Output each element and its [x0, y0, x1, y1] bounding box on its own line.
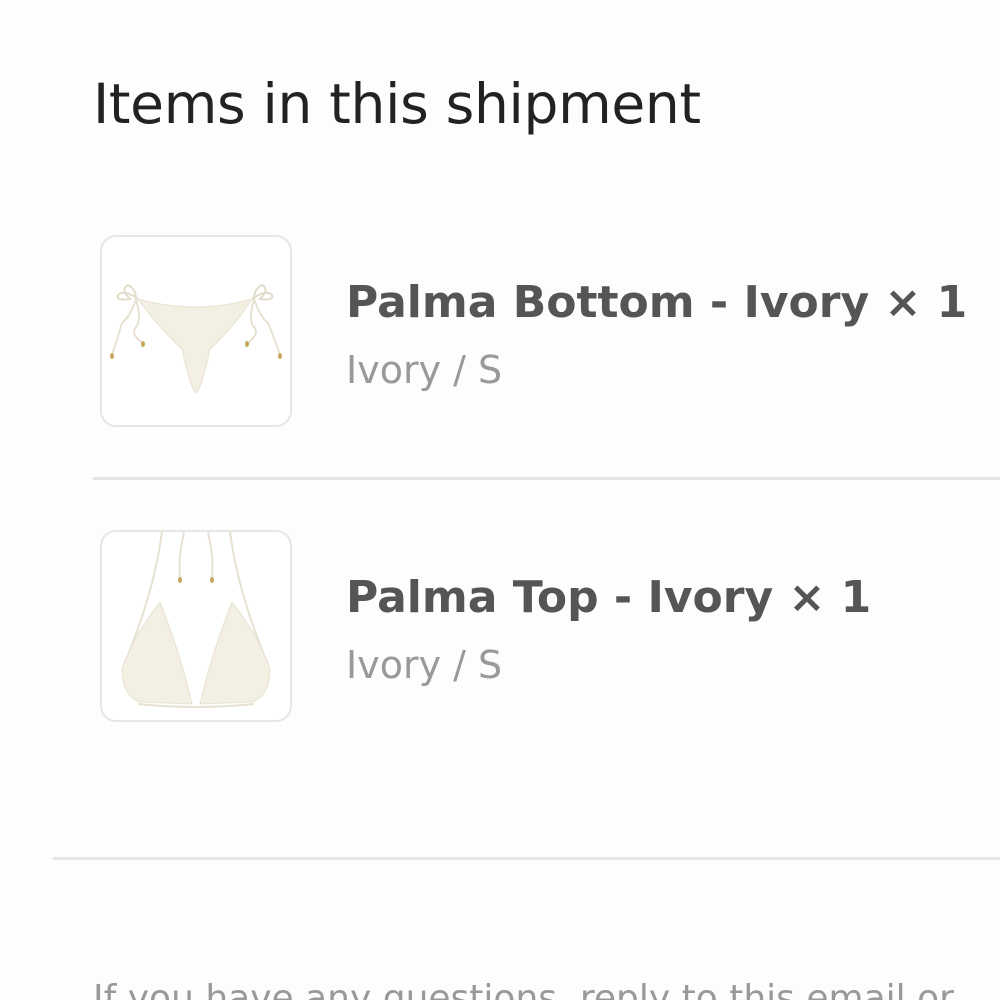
item-divider	[93, 477, 1000, 480]
section-divider	[53, 857, 1000, 860]
line-item: Palma Top - Ivory × 1 Ivory / S	[100, 530, 1000, 722]
line-item: Palma Bottom - Ivory × 1 Ivory / S	[100, 235, 1000, 427]
email-body: Items in this shipment Palma Bottom - Iv…	[0, 0, 1000, 1000]
item-variant: Ivory / S	[346, 348, 503, 392]
bikini-bottom-image	[110, 283, 282, 394]
product-thumbnail[interactable]	[100, 530, 292, 722]
section-title: Items in this shipment	[93, 72, 701, 136]
product-thumbnail[interactable]	[100, 235, 292, 427]
bikini-top-image	[121, 532, 271, 708]
item-name[interactable]: Palma Top - Ivory × 1	[346, 572, 871, 623]
item-variant: Ivory / S	[346, 643, 503, 687]
item-name[interactable]: Palma Bottom - Ivory × 1	[346, 277, 967, 328]
footer-help-text: If you have any questions, reply to this…	[93, 978, 954, 1000]
